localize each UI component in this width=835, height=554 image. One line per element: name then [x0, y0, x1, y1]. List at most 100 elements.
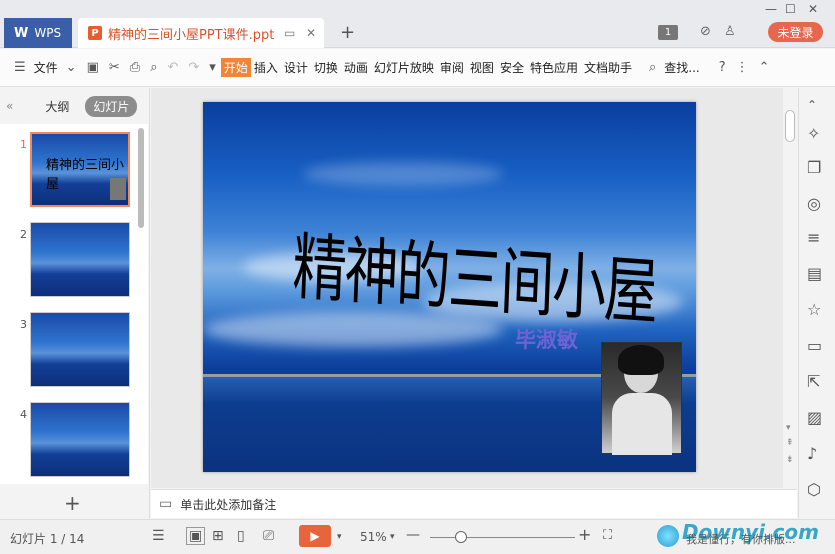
tab-slides[interactable]: 幻灯片 — [85, 95, 138, 117]
tab-view[interactable]: 视图 — [467, 59, 497, 76]
slide-author[interactable]: 毕淑敏 — [515, 324, 578, 354]
login-button[interactable]: 未登录 — [768, 22, 823, 42]
image-icon[interactable]: ▨ — [807, 408, 822, 427]
right-sidebar: ⌃ ✧ ❐ ◎ ≡ ▤ ☆ ▭ ⇱ ▨ ♪ ⬡ — [798, 88, 835, 518]
more-icon[interactable]: ⋮ — [736, 60, 749, 75]
search-icon[interactable]: ⌕ — [649, 60, 656, 75]
collapse-ribbon-icon[interactable]: ⌃ — [759, 60, 770, 75]
tab-features[interactable]: 特色应用 — [527, 59, 581, 76]
scroll-down-icon[interactable]: ▾ — [786, 423, 791, 433]
shape-icon[interactable]: ◎ — [807, 194, 821, 213]
tab-transition[interactable]: 切换 — [311, 59, 341, 76]
save-icon[interactable]: ▣ — [87, 60, 99, 75]
slide-number: 3 — [20, 318, 27, 331]
skin-icon[interactable]: ⊘ — [700, 24, 711, 39]
share-icon[interactable]: ⇱ — [807, 372, 820, 391]
zoom-dropdown-icon[interactable]: ▾ — [390, 532, 395, 542]
photo-body — [612, 393, 672, 455]
tab-outline[interactable]: 大纲 — [37, 96, 77, 117]
copy-icon[interactable]: ❐ — [807, 158, 821, 177]
print-preview-icon[interactable]: ⌕ — [150, 60, 157, 75]
title-bar: — ☐ ✕ W WPS P 精神的三间小屋PPT课件.ppt ▭ ✕ + 1 ⊘… — [0, 0, 835, 48]
thumbnail-list: 1 精神的三间小屋 2 3 4 — [0, 124, 148, 484]
author-photo[interactable] — [601, 342, 682, 455]
quick-access-dropdown-icon[interactable]: ▾ — [209, 60, 216, 75]
normal-view-icon[interactable]: ▣ — [186, 527, 206, 545]
slide-thumbnail-2[interactable] — [30, 222, 130, 297]
cut-icon[interactable]: ✂ — [109, 60, 120, 75]
help-icon[interactable]: ? — [719, 60, 726, 75]
tab-insert[interactable]: 插入 — [251, 59, 281, 76]
zoom-slider-track[interactable] — [430, 537, 575, 538]
photo-hair — [618, 345, 664, 375]
fit-window-icon[interactable]: ⛶ — [603, 528, 612, 543]
zoom-out-icon[interactable]: — — [406, 527, 420, 543]
close-window-icon[interactable]: ✕ — [808, 2, 818, 16]
chevron-up-icon[interactable]: ⌃ — [807, 98, 817, 112]
document-tab[interactable]: P 精神的三间小屋PPT课件.ppt ▭ ✕ — [78, 18, 324, 48]
collapse-panel-icon[interactable]: « — [6, 99, 13, 113]
prev-slide-icon[interactable]: ⇞ — [786, 438, 794, 448]
canvas-scrollbar[interactable]: ▾ ⇞ ⇟ — [783, 88, 797, 488]
audio-icon[interactable]: ♪ — [807, 444, 817, 463]
wps-logo-icon: W — [14, 25, 29, 41]
watermark-subtitle: 我是懂行，有你排版... — [686, 533, 796, 546]
notes-placeholder[interactable]: 单击此处添加备注 — [180, 496, 276, 513]
cloud-decoration — [303, 162, 503, 186]
add-slide-button[interactable]: + — [64, 491, 81, 515]
next-slide-icon[interactable]: ⇟ — [786, 455, 794, 465]
tab-animation[interactable]: 动画 — [341, 59, 371, 76]
slide-canvas: 精神的三间小屋 毕淑敏 — [151, 88, 783, 488]
tab-window-icon[interactable]: ▭ — [284, 26, 295, 40]
redo-icon[interactable]: ↷ — [188, 60, 199, 75]
slide-thumbnail-3[interactable] — [30, 312, 130, 387]
slides-icon[interactable]: ▤ — [807, 264, 822, 283]
notes-pane[interactable]: ▭ 单击此处添加备注 — [151, 489, 797, 518]
sorter-view-icon[interactable]: ⊞ — [212, 528, 224, 544]
tab-design[interactable]: 设计 — [281, 59, 311, 76]
slide-counter: 幻灯片 1 / 14 — [10, 532, 85, 546]
undo-icon[interactable]: ↶ — [167, 60, 178, 75]
tab-home[interactable]: 开始 — [220, 58, 251, 77]
comment-icon: ▭ — [159, 496, 173, 512]
chevron-down-icon[interactable]: ⌄ — [66, 60, 77, 75]
star-icon[interactable]: ☆ — [807, 300, 821, 319]
tab-doc-assistant[interactable]: 文档助手 — [581, 59, 635, 76]
find-button[interactable]: 查找... — [661, 59, 702, 76]
zoom-slider-knob[interactable] — [455, 531, 467, 543]
slide-number: 1 — [20, 138, 27, 151]
maximize-icon[interactable]: ☐ — [785, 2, 796, 16]
ppt-file-icon: P — [88, 26, 102, 40]
reading-view-icon[interactable]: ▯ — [237, 528, 245, 544]
print-icon[interactable]: ⎙ — [130, 60, 140, 75]
tab-review[interactable]: 审阅 — [437, 59, 467, 76]
shirt-icon[interactable]: ♙ — [724, 24, 736, 39]
record-icon[interactable]: ⎚ — [263, 528, 274, 544]
tab-security[interactable]: 安全 — [497, 59, 527, 76]
minimize-icon[interactable]: — — [765, 2, 777, 16]
shield-icon[interactable]: ⬡ — [807, 480, 821, 499]
notes-toggle-icon[interactable]: ☰ — [152, 528, 165, 544]
page-badge[interactable]: 1 — [658, 25, 678, 40]
zoom-level[interactable]: 51% — [360, 530, 387, 544]
play-options-icon[interactable]: ▾ — [337, 532, 342, 542]
current-slide[interactable]: 精神的三间小屋 毕淑敏 — [203, 102, 696, 472]
magic-icon[interactable]: ✧ — [807, 124, 820, 143]
wps-tab-label: WPS — [34, 26, 62, 40]
slide-thumbnail-4[interactable] — [30, 402, 130, 477]
document-tab-title: 精神的三间小屋PPT课件.ppt — [108, 27, 275, 43]
slide-thumbnail-1[interactable]: 精神的三间小屋 — [30, 132, 130, 207]
hamburger-icon[interactable]: ☰ — [14, 60, 26, 75]
new-tab-button[interactable]: + — [340, 22, 355, 43]
zoom-in-icon[interactable]: + — [578, 525, 591, 544]
archive-icon[interactable]: ▭ — [807, 336, 822, 355]
thumbnail-scrollbar[interactable] — [138, 128, 144, 228]
settings-sliders-icon[interactable]: ≡ — [807, 228, 820, 247]
play-slideshow-button[interactable]: ▶ — [299, 525, 331, 547]
wps-home-tab[interactable]: W WPS — [4, 18, 72, 48]
scrollbar-thumb[interactable] — [785, 110, 795, 142]
file-menu[interactable]: 文件 — [31, 59, 61, 76]
tab-slideshow[interactable]: 幻灯片放映 — [371, 59, 437, 76]
close-tab-icon[interactable]: ✕ — [306, 26, 316, 40]
thumb-photo — [110, 178, 126, 200]
